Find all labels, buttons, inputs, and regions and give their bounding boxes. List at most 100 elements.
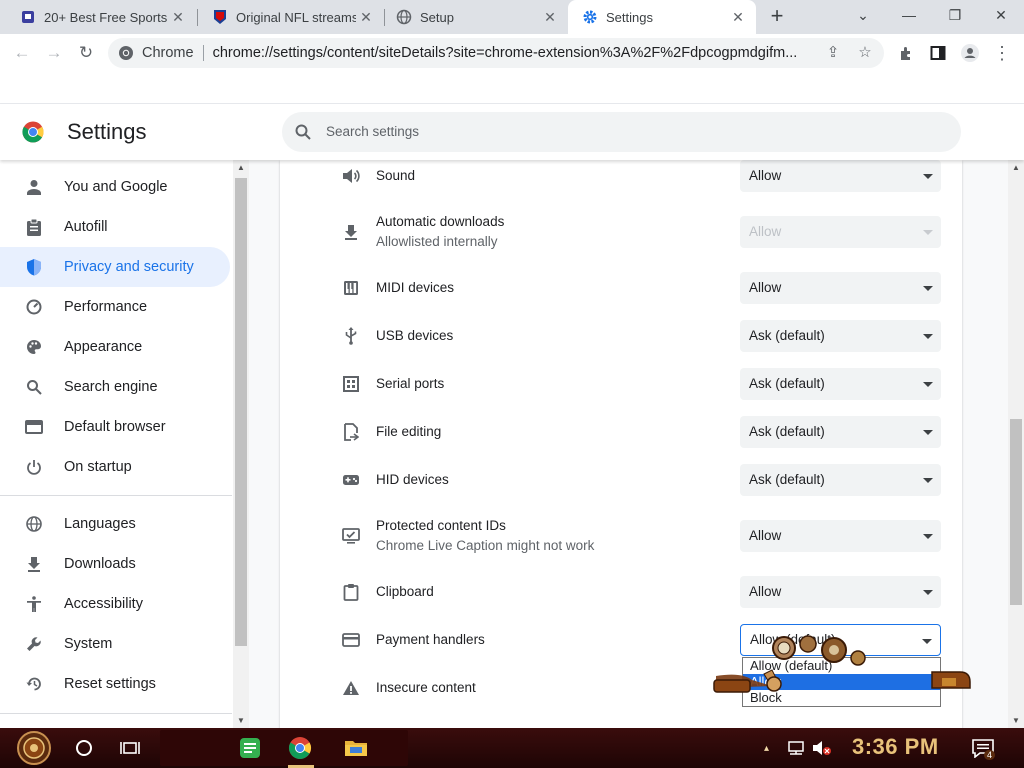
wrench-icon (24, 634, 44, 654)
forward-button[interactable]: → (40, 39, 68, 67)
search-settings-field[interactable]: Search settings (282, 112, 961, 152)
reload-button[interactable]: ↻ (72, 39, 100, 67)
clipboard-icon (340, 581, 362, 603)
scrollbar-thumb[interactable] (235, 178, 247, 646)
usb-devices-select[interactable]: Ask (default) (740, 320, 941, 352)
gamepad-icon (340, 469, 362, 491)
warning-icon (340, 677, 362, 699)
tab-nfl-streams[interactable]: Original NFL streams ✕ (198, 0, 384, 34)
sidebar-item-privacy-and-security[interactable]: Privacy and security (0, 247, 230, 287)
side-panel-icon[interactable] (924, 39, 952, 67)
chrome-taskbar-icon[interactable] (284, 732, 316, 764)
settings-sidebar: You and Google Autofill Privacy and secu… (0, 160, 232, 728)
new-tab-button[interactable]: + (764, 4, 790, 30)
page-title: Settings (67, 119, 147, 144)
search-icon (24, 377, 44, 397)
extensions-icon[interactable] (892, 39, 920, 67)
midi-devices-select[interactable]: Allow (740, 272, 941, 304)
scroll-up-arrow-icon[interactable]: ▲ (233, 163, 249, 172)
permission-row-serial-ports: Serial ports Ask (default) (280, 368, 962, 400)
notes-app-icon[interactable] (234, 732, 266, 764)
permission-row-midi: MIDI devices Allow (280, 272, 962, 304)
cortana-search-button[interactable] (68, 732, 100, 764)
scroll-down-arrow-icon[interactable]: ▼ (233, 716, 249, 725)
tab-best-free-sports[interactable]: 20+ Best Free Sports ✕ (6, 0, 196, 34)
permission-row-sound: Sound Allow (280, 160, 962, 192)
sidebar-item-appearance[interactable]: Appearance (0, 327, 230, 367)
close-tab-icon[interactable]: ✕ (168, 9, 188, 26)
tab-search-button[interactable]: ⌄ (840, 0, 886, 32)
speaker-icon (340, 165, 362, 187)
notification-count-badge: 4 (984, 750, 996, 760)
network-icon[interactable] (786, 728, 806, 768)
scroll-down-arrow-icon[interactable]: ▼ (1008, 716, 1024, 725)
sidebar-item-accessibility[interactable]: Accessibility (0, 584, 230, 624)
protected-content-icon (340, 525, 362, 547)
clipboard-select[interactable]: Allow (740, 576, 941, 608)
chrome-window: { "tabs":[ {"title":"20+ Best Free Sport… (0, 0, 1024, 768)
automatic-downloads-select: Allow (740, 216, 941, 248)
close-tab-icon[interactable]: ✕ (540, 9, 560, 26)
accessibility-icon (24, 594, 44, 614)
sidebar-item-you-and-google[interactable]: You and Google (0, 167, 230, 207)
sound-select[interactable]: Allow (740, 160, 941, 192)
globe-icon (24, 514, 44, 534)
notifications-icon[interactable]: 4 (972, 728, 996, 768)
reset-icon (24, 674, 44, 694)
power-icon (24, 457, 44, 477)
palette-icon (24, 337, 44, 357)
taskbar-clock[interactable]: 3:36 PM (852, 734, 939, 760)
sidebar-item-reset-settings[interactable]: Reset settings (0, 664, 230, 704)
menu-kebab-icon[interactable]: ⋮ (988, 39, 1016, 67)
steampunk-start-icon (17, 731, 51, 765)
omnibox[interactable]: Chrome chrome://settings/content/siteDet… (108, 38, 884, 68)
minimize-button[interactable]: — (886, 0, 932, 32)
back-button[interactable]: ← (8, 39, 36, 67)
restore-button[interactable]: ❐ (932, 0, 978, 32)
chrome-logo-icon (22, 121, 44, 143)
steampunk-cursor-decoration (713, 635, 971, 693)
file-editing-select[interactable]: Ask (default) (740, 416, 941, 448)
sidebar-item-default-browser[interactable]: Default browser (0, 407, 230, 447)
shield-icon (24, 257, 44, 277)
protected-content-select[interactable]: Allow (740, 520, 941, 552)
tab-setup[interactable]: Setup ✕ (382, 0, 568, 34)
profile-avatar-icon[interactable] (956, 39, 984, 67)
file-edit-icon (340, 421, 362, 443)
site-info[interactable]: Chrome (108, 45, 194, 61)
download-icon (340, 221, 362, 243)
tray-overflow-icon[interactable]: ▴ (764, 728, 769, 768)
close-window-button[interactable]: ✕ (978, 0, 1024, 32)
sidebar-item-downloads[interactable]: Downloads (0, 544, 230, 584)
sidebar-item-autofill[interactable]: Autofill (0, 207, 230, 247)
share-icon[interactable]: ⇪ (820, 38, 846, 68)
sidebar-item-languages[interactable]: Languages (0, 504, 230, 544)
globe-icon (396, 9, 412, 25)
scroll-up-arrow-icon[interactable]: ▲ (1008, 163, 1024, 172)
tab-settings[interactable]: Settings ✕ (568, 0, 756, 34)
close-tab-icon[interactable]: ✕ (356, 9, 376, 26)
search-placeholder: Search settings (326, 124, 420, 139)
volume-muted-icon[interactable] (812, 728, 832, 768)
task-view-button[interactable] (114, 732, 146, 764)
permission-row-protected-content: Protected content IDs Chrome Live Captio… (280, 516, 962, 556)
bookmark-star-icon[interactable]: ☆ (852, 38, 878, 68)
sidebar-item-system[interactable]: System (0, 624, 230, 664)
permission-row-usb: USB devices Ask (default) (280, 320, 962, 352)
sidebar-item-on-startup[interactable]: On startup (0, 447, 230, 487)
sidebar-divider (0, 495, 232, 496)
hid-devices-select[interactable]: Ask (default) (740, 464, 941, 496)
scrollbar-thumb[interactable] (1010, 419, 1022, 605)
url-text[interactable]: chrome://settings/content/siteDetails?si… (213, 45, 803, 61)
chrome-icon (119, 46, 133, 60)
sidebar-item-search-engine[interactable]: Search engine (0, 367, 230, 407)
download-icon (24, 554, 44, 574)
sidebar-item-performance[interactable]: Performance (0, 287, 230, 327)
sidebar-divider (0, 713, 232, 714)
file-explorer-icon[interactable] (340, 732, 372, 764)
serial-ports-select[interactable]: Ask (default) (740, 368, 941, 400)
sidebar-scrollbar[interactable]: ▲ ▼ (233, 160, 249, 728)
close-tab-icon[interactable]: ✕ (728, 9, 748, 26)
start-button[interactable] (14, 730, 54, 766)
main-scrollbar[interactable]: ▲ ▼ (1008, 160, 1024, 728)
